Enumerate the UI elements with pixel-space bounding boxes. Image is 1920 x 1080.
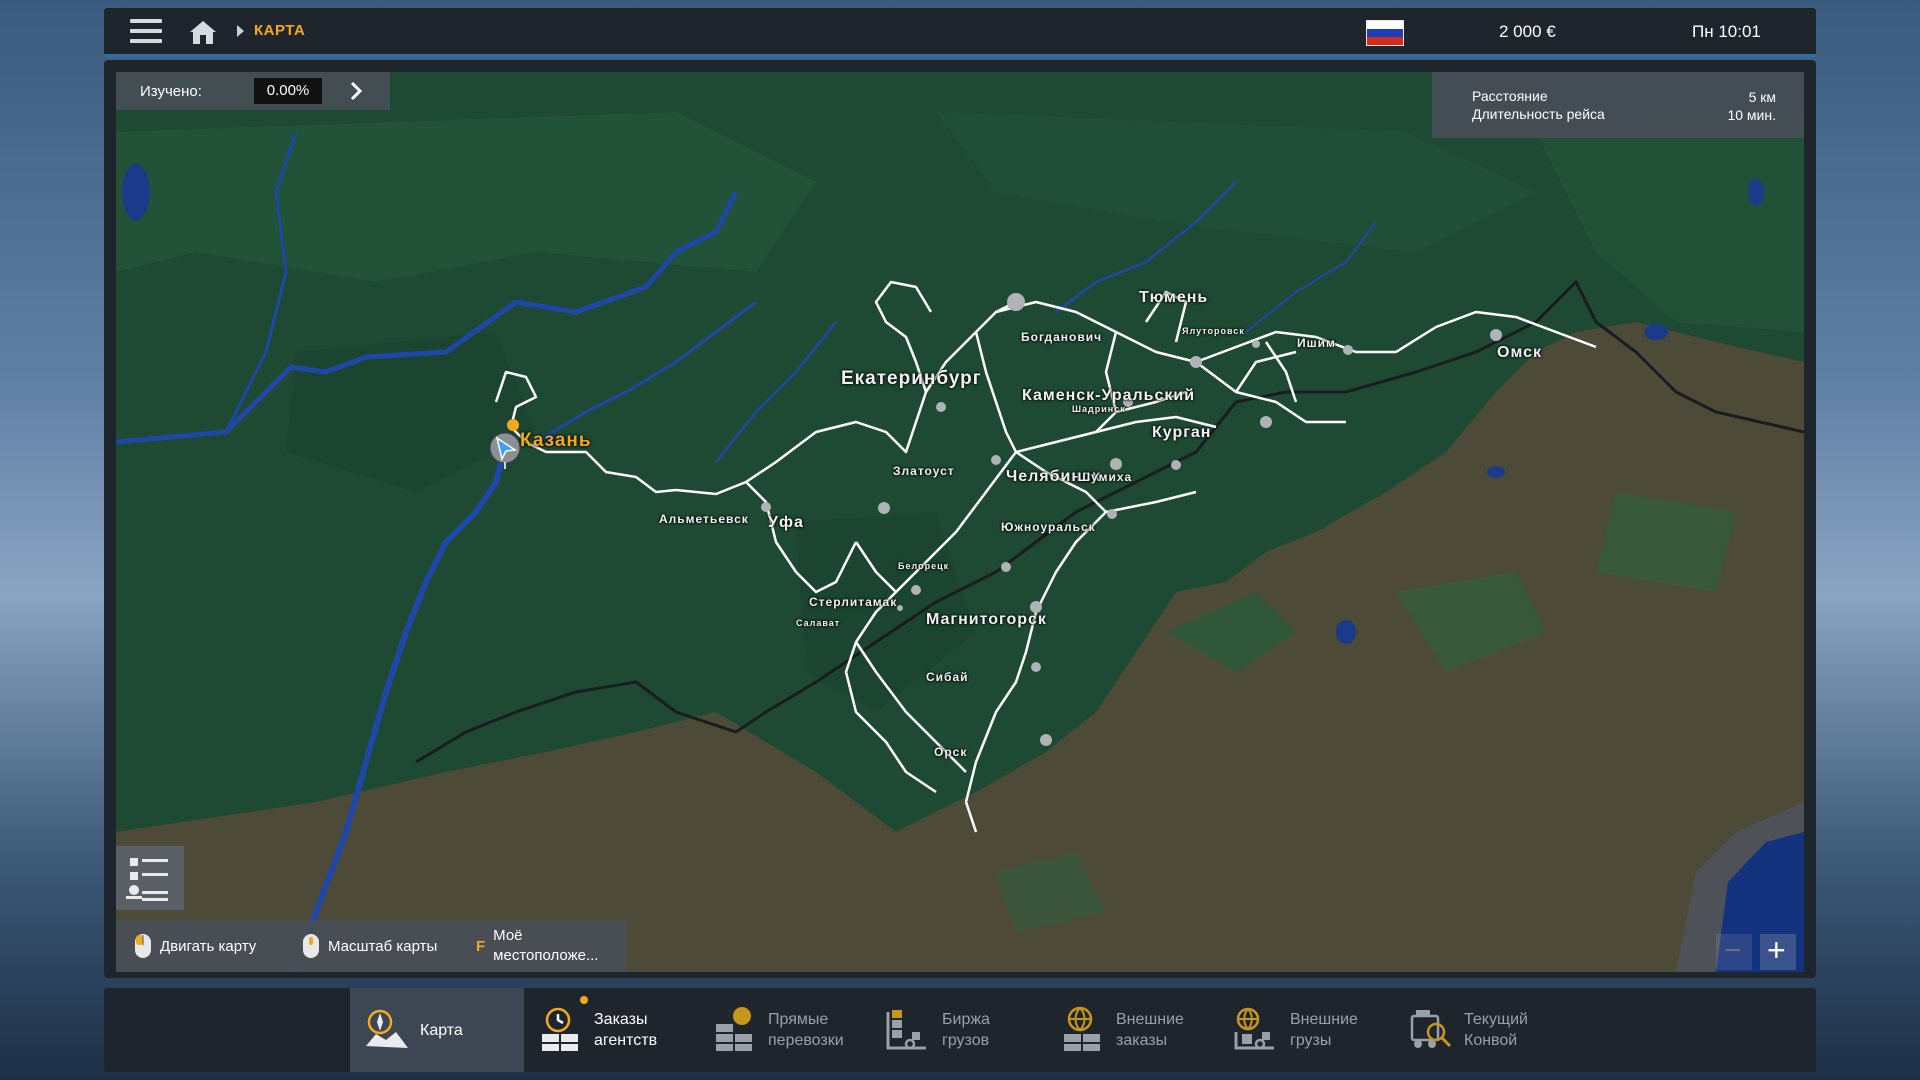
hint-move-map: Двигать карту: [134, 920, 256, 972]
tab-map-label: Карта: [420, 1021, 463, 1039]
hint-zoom-label: Масштаб карты: [328, 937, 438, 955]
tab-map[interactable]: Карта: [350, 988, 524, 1072]
tab-exchange-line1: Биржа: [942, 1011, 990, 1028]
city-label-yuzhnouralsk[interactable]: Южноуральск: [1001, 520, 1096, 534]
city-label-salavat[interactable]: Салават: [796, 618, 840, 628]
city-label-zlatoust[interactable]: Златоуст: [893, 464, 955, 478]
hint-move-label: Двигать карту: [160, 937, 257, 955]
city-label-kamensk[interactable]: Каменск-Уральский: [1022, 387, 1195, 405]
city-label-almetyevsk[interactable]: Альметьевск: [659, 512, 749, 526]
tab-freight-exchange[interactable]: Биржа грузов: [872, 988, 1046, 1072]
tab-direct-line2: перевозки: [768, 1032, 844, 1049]
top-bar: КАРТА 2 000 € Пн 10:01: [104, 8, 1816, 57]
legend-button[interactable]: [116, 846, 184, 910]
tab-agency-line2: агентств: [594, 1032, 658, 1049]
notification-dot: [580, 996, 588, 1004]
hint-my-location[interactable]: F Моё местоположе...: [476, 920, 623, 972]
tab-ext-cargo-line2: грузы: [1290, 1032, 1332, 1049]
breadcrumb-arrow-icon: [237, 25, 244, 37]
cargo-dolly-icon: [886, 1010, 926, 1050]
tab-ext-orders-line1: Внешние: [1116, 1011, 1184, 1028]
boxes-coin-icon: [716, 1007, 752, 1051]
city-label-kurgan[interactable]: Курган: [1152, 424, 1211, 442]
tab-direct-transport[interactable]: Прямые перевозки: [698, 988, 872, 1072]
player-position-icon: [489, 432, 521, 469]
game-time: Пн 10:01: [1692, 22, 1761, 41]
tab-ext-orders-line2: заказы: [1116, 1032, 1168, 1049]
bottom-tab-bar: Карта Заказы агентств Прямые перевозки Бир…: [104, 988, 1816, 1072]
city-label-omsk[interactable]: Омск: [1497, 344, 1542, 362]
city-label-tyumen[interactable]: Тюмень: [1139, 289, 1208, 307]
map-compass-icon: [366, 1009, 408, 1048]
city-label-shumikha[interactable]: Шумиха: [1078, 470, 1132, 484]
hint-my-location-label: Моё местоположе...: [493, 927, 599, 964]
duration-label: Длительность рейса: [1472, 106, 1605, 122]
convoy-search-icon: [1410, 1010, 1452, 1048]
city-label-sterlitamak[interactable]: Стерлитамак: [809, 595, 897, 609]
distance-label: Расстояние: [1472, 88, 1548, 104]
zoom-out-button[interactable]: −: [1716, 934, 1752, 970]
zoom-in-button[interactable]: +: [1760, 932, 1796, 970]
hint-zoom-map: Масштаб карты: [302, 920, 437, 972]
tab-convoy-line1: Текущий: [1464, 1011, 1528, 1028]
mouse-left-icon: [135, 934, 151, 958]
mouse-wheel-icon: [303, 934, 319, 958]
home-icon[interactable]: [188, 18, 218, 46]
tab-external-cargo[interactable]: Внешние грузы: [1220, 988, 1394, 1072]
tab-agency-line1: Заказы: [594, 1011, 648, 1028]
globe-dolly-icon: [1234, 1007, 1274, 1050]
tab-agency-orders[interactable]: Заказы агентств: [524, 988, 698, 1072]
globe-boxes-icon: [1064, 1006, 1100, 1051]
duration-value: 10 мин.: [1727, 107, 1776, 123]
city-label-kazan[interactable]: Казань: [520, 430, 592, 452]
city-label-shadrinsk[interactable]: Шадринск: [1072, 404, 1126, 414]
city-label-magnitogorsk[interactable]: Магнитогорск: [926, 611, 1047, 629]
menu-icon[interactable]: [130, 19, 162, 45]
tab-direct-line1: Прямые: [768, 1011, 829, 1028]
russia-flag-icon: [1366, 20, 1404, 46]
chevron-right-icon[interactable]: [346, 80, 366, 102]
explored-label: Изучено:: [140, 83, 202, 100]
city-label-sibai[interactable]: Сибай: [926, 670, 969, 684]
tab-current-convoy[interactable]: Текущий Конвой: [1394, 988, 1568, 1072]
world-map[interactable]: Казань Екатеринбург Тюмень Богданович Ял…: [116, 72, 1804, 972]
explored-panel: Изучено: 0.00%: [116, 72, 390, 110]
city-label-orsk[interactable]: Орск: [934, 745, 967, 759]
city-label-ishim[interactable]: Ишим: [1297, 336, 1336, 350]
tab-convoy-line2: Конвой: [1464, 1032, 1518, 1049]
city-label-yekaterinburg[interactable]: Екатеринбург: [841, 368, 982, 390]
money-balance: 2 000 €: [1499, 22, 1556, 41]
route-info-panel: Расстояние Длительность рейса 5 км 10 ми…: [1432, 72, 1804, 138]
city-label-beloretsk[interactable]: Белорецк: [898, 561, 949, 571]
explored-value: 0.00%: [254, 78, 322, 104]
map-terrain: [116, 112, 1804, 972]
hint-key-f: F: [476, 937, 486, 955]
tab-exchange-line2: грузов: [942, 1032, 990, 1049]
breadcrumb: КАРТА: [254, 22, 306, 39]
city-label-ufa[interactable]: Уфа: [768, 514, 804, 532]
tab-ext-cargo-line1: Внешние: [1290, 1011, 1358, 1028]
list-icon: [126, 858, 168, 901]
clock-boxes-icon: [542, 1007, 578, 1051]
city-label-yalutorovsk[interactable]: Ялуторовск: [1182, 326, 1245, 336]
distance-value: 5 км: [1748, 89, 1776, 105]
controls-hint-bar: Двигать карту Масштаб карты F Моё местоп…: [116, 920, 626, 972]
city-label-bogdanovich[interactable]: Богданович: [1021, 330, 1102, 344]
tab-external-orders[interactable]: Внешние заказы: [1046, 988, 1220, 1072]
